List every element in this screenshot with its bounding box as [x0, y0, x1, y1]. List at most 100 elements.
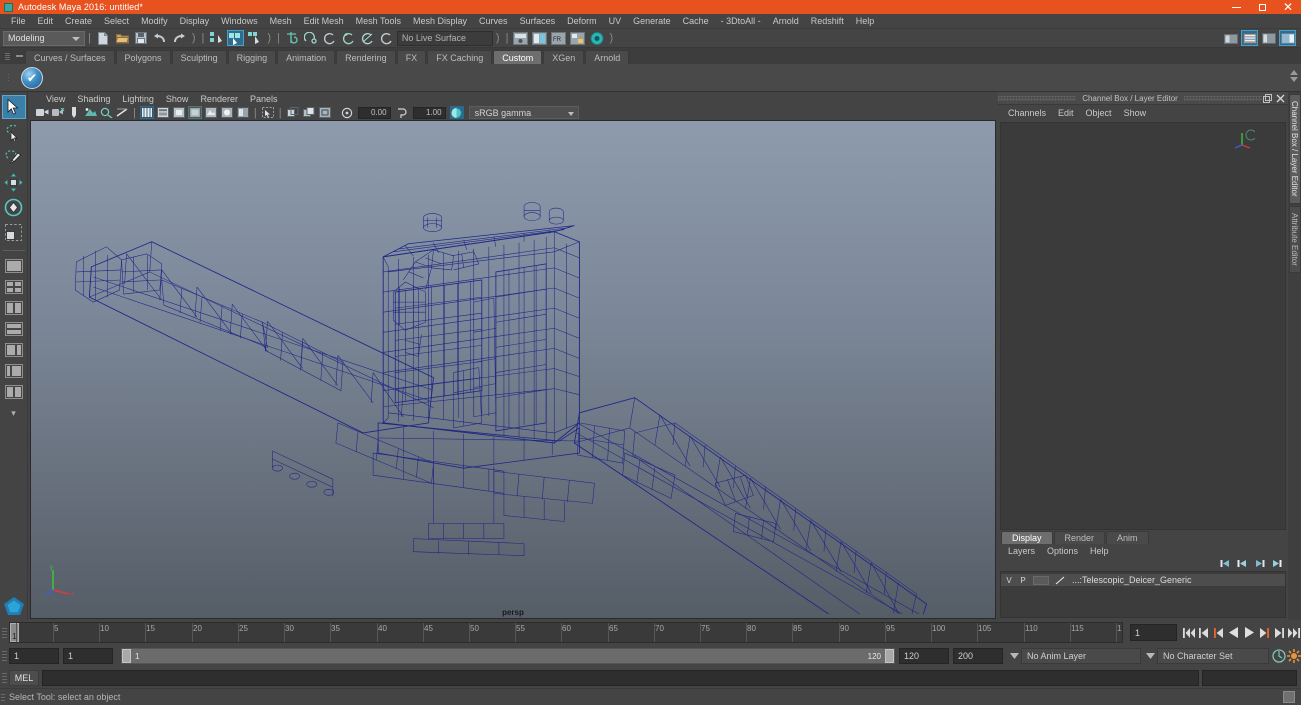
- current-frame-field[interactable]: 1: [1130, 624, 1177, 641]
- command-line-handle[interactable]: [0, 667, 9, 688]
- menu-edit[interactable]: Edit: [32, 14, 60, 29]
- shelf-tab-arnold[interactable]: Arnold: [585, 50, 630, 64]
- time-slider-cursor[interactable]: 1: [10, 623, 19, 642]
- layer-membership-icon[interactable]: [1271, 559, 1282, 571]
- menu-help[interactable]: Help: [850, 14, 881, 29]
- close-button[interactable]: ✕: [1275, 0, 1301, 14]
- menu-modify[interactable]: Modify: [135, 14, 174, 29]
- playback-start-time-field[interactable]: 1: [63, 648, 113, 664]
- range-slider-handle[interactable]: [0, 644, 9, 669]
- show-hide-channel-box-icon[interactable]: [1279, 30, 1296, 46]
- side-tab-attribute-editor[interactable]: Attribute Editor: [1288, 205, 1301, 273]
- wireframe-model-telescopic-deicer[interactable]: [31, 121, 995, 615]
- shelf-tab-fx-caching[interactable]: FX Caching: [427, 50, 493, 64]
- undo-icon[interactable]: [152, 30, 169, 46]
- play-forwards-icon[interactable]: [1241, 623, 1256, 642]
- menu-arnold[interactable]: Arnold: [767, 14, 805, 29]
- rotate-tool[interactable]: [2, 195, 26, 219]
- menu-file[interactable]: File: [5, 14, 32, 29]
- channel-box-menu-show[interactable]: Show: [1118, 105, 1153, 121]
- range-slider-track[interactable]: 1 120: [121, 648, 895, 664]
- new-scene-icon[interactable]: [95, 30, 112, 46]
- time-slider-track[interactable]: 1 5 10 15 20 25 30 35 40 45 50 55 60 65 70 75 80 85 90 95 1…: [9, 622, 1123, 643]
- show-hide-modeling-toolkit-icon[interactable]: [1222, 30, 1239, 46]
- viewport-menu-view[interactable]: View: [40, 92, 71, 105]
- move-tool[interactable]: [2, 170, 26, 194]
- shadows-icon[interactable]: [220, 106, 234, 119]
- menu-windows[interactable]: Windows: [215, 14, 264, 29]
- xray-joints-icon[interactable]: [302, 106, 316, 119]
- go-to-start-icon[interactable]: [1181, 623, 1196, 642]
- two-d-pan-zoom-icon[interactable]: [99, 106, 113, 119]
- save-scene-icon[interactable]: [133, 30, 150, 46]
- layer-select-objects-icon[interactable]: [1254, 559, 1265, 571]
- shelf-menu-icon[interactable]: [14, 48, 25, 64]
- wireframe-icon[interactable]: [139, 106, 154, 119]
- select-by-hierarchy-icon[interactable]: [208, 30, 225, 46]
- anim-layer-dropdown-arrow[interactable]: [1007, 648, 1021, 664]
- channel-box-menu-edit[interactable]: Edit: [1052, 105, 1080, 121]
- select-by-object-type-icon[interactable]: [227, 30, 245, 46]
- step-back-keyframe-icon[interactable]: [1196, 623, 1211, 642]
- viewport-menu-shading[interactable]: Shading: [71, 92, 116, 105]
- layer-menu-layers[interactable]: Layers: [1002, 544, 1041, 558]
- auto-key-icon[interactable]: [1271, 647, 1286, 666]
- menu-3dtoall[interactable]: - 3DtoAll -: [715, 14, 767, 29]
- viewport-menu-lighting[interactable]: Lighting: [116, 92, 160, 105]
- three-pane-layout[interactable]: [2, 340, 26, 360]
- menu-deform[interactable]: Deform: [561, 14, 603, 29]
- custom-shelf-button[interactable]: ✔: [21, 66, 43, 89]
- layer-color-swatch[interactable]: [1033, 575, 1049, 585]
- menu-mesh-tools[interactable]: Mesh Tools: [350, 14, 407, 29]
- menu-mesh-display[interactable]: Mesh Display: [407, 14, 473, 29]
- make-live-icon[interactable]: [379, 30, 396, 46]
- tab-display[interactable]: Display: [1001, 531, 1053, 544]
- step-back-frame-icon[interactable]: [1211, 623, 1226, 642]
- playback-end-time-field[interactable]: 120: [899, 648, 949, 664]
- shelf-tab-xgen[interactable]: XGen: [543, 50, 585, 64]
- menu-surfaces[interactable]: Surfaces: [514, 14, 562, 29]
- single-perspective-layout[interactable]: [2, 256, 26, 276]
- shelf-scroll-arrows[interactable]: [1290, 70, 1299, 84]
- menu-select[interactable]: Select: [98, 14, 135, 29]
- color-management-selector[interactable]: sRGB gamma: [468, 106, 579, 119]
- menu-generate[interactable]: Generate: [627, 14, 677, 29]
- lasso-select-tool[interactable]: [2, 120, 26, 144]
- command-language-button[interactable]: MEL: [9, 669, 39, 686]
- xray-active-components-icon[interactable]: [318, 106, 332, 119]
- layer-menu-options[interactable]: Options: [1041, 544, 1084, 558]
- menu-edit-mesh[interactable]: Edit Mesh: [298, 14, 350, 29]
- ipr-render-icon[interactable]: [531, 30, 548, 46]
- camera-attributes-icon[interactable]: [67, 106, 81, 119]
- channel-box-menu-channels[interactable]: Channels: [1002, 105, 1052, 121]
- time-slider-handle[interactable]: [0, 620, 9, 645]
- channel-box-content[interactable]: [1000, 122, 1286, 530]
- viewport-menu-show[interactable]: Show: [160, 92, 195, 105]
- exposure-icon[interactable]: [340, 106, 354, 119]
- chevron-up-icon[interactable]: [1290, 70, 1298, 75]
- tab-render[interactable]: Render: [1053, 531, 1106, 544]
- shelf-tab-rendering[interactable]: Rendering: [336, 50, 396, 64]
- minimize-button[interactable]: [1223, 0, 1249, 14]
- select-camera-icon[interactable]: [35, 106, 49, 119]
- persp-viewport[interactable]: y x persp: [30, 120, 996, 619]
- menu-uv[interactable]: UV: [603, 14, 628, 29]
- layer-visibility-toggle[interactable]: V: [1005, 576, 1013, 585]
- animation-end-time-field[interactable]: 200: [953, 648, 1003, 664]
- menu-redshift[interactable]: Redshift: [805, 14, 850, 29]
- layer-playback-toggle[interactable]: P: [1019, 576, 1027, 585]
- exposure-field[interactable]: 0.00: [357, 106, 391, 119]
- layer-row[interactable]: V P ...:Telescopic_Deicer_Generic: [1001, 574, 1285, 586]
- shaded-wireframe-icon[interactable]: [172, 106, 186, 119]
- menu-display[interactable]: Display: [174, 14, 216, 29]
- render-view-icon[interactable]: [588, 30, 605, 46]
- menu-cache[interactable]: Cache: [677, 14, 715, 29]
- command-input[interactable]: [42, 669, 1199, 686]
- show-hide-tool-settings-icon[interactable]: [1260, 30, 1277, 46]
- shelf-tab-sculpting[interactable]: Sculpting: [171, 50, 227, 64]
- xray-icon[interactable]: [286, 106, 300, 119]
- more-layouts-button[interactable]: ▾: [2, 403, 26, 423]
- tab-anim[interactable]: Anim: [1106, 531, 1149, 544]
- two-pane-side-layout[interactable]: [2, 298, 26, 318]
- menu-mesh[interactable]: Mesh: [264, 14, 298, 29]
